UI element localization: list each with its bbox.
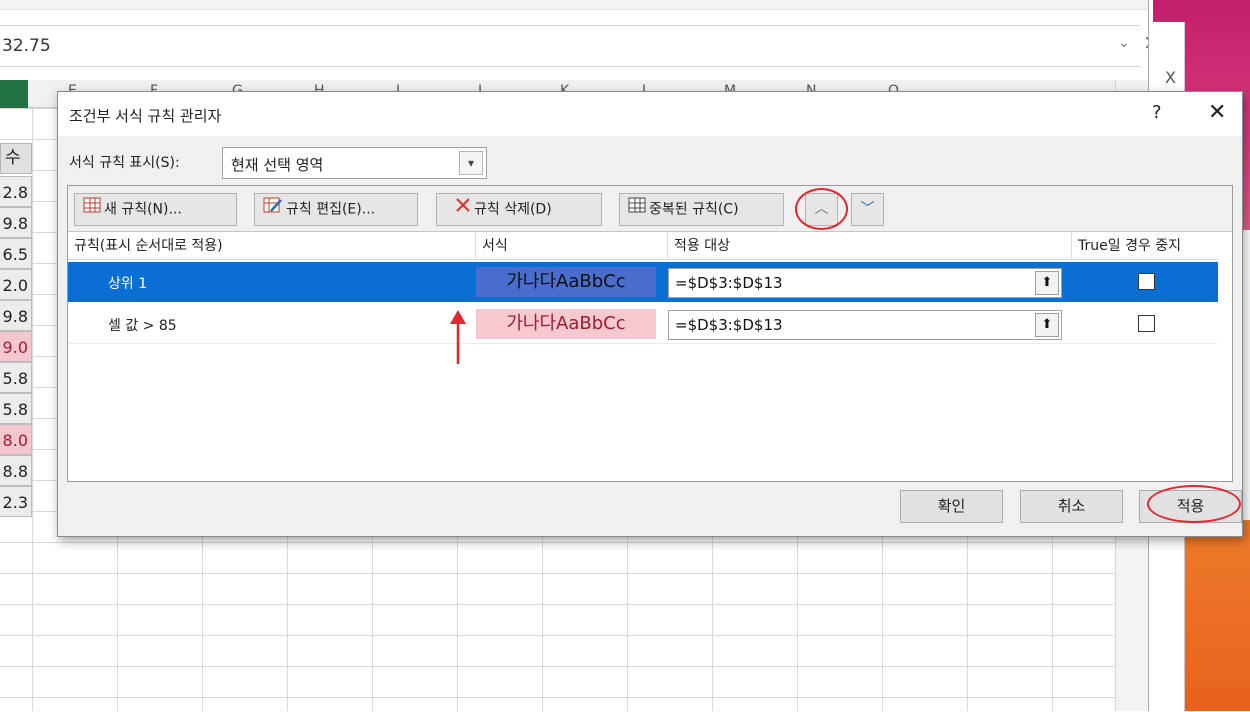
annotation-arrow-up-icon — [450, 310, 466, 364]
column-head-cell: 수 — [0, 143, 32, 174]
chevron-down-icon[interactable]: ⌄ — [1118, 35, 1130, 51]
delete-x-icon — [455, 194, 471, 225]
rules-frame: 새 규칙(N)... 규칙 편집(E)... 규칙 삭제(D) 중복된 규칙(C… — [67, 185, 1233, 482]
stop-if-true-checkbox[interactable] — [1138, 273, 1155, 290]
applies-to-field[interactable]: =$D$3:$D$13 ⬆ — [668, 310, 1062, 340]
rule-row-1[interactable]: 상위 1 가나다AaBbCc =$D$3:$D$13 ⬆ — [68, 262, 1218, 302]
annotation-circle-apply — [1147, 485, 1241, 523]
new-rule-button[interactable]: 새 규칙(N)... — [74, 193, 237, 226]
rule-name: 셀 값 > 85 — [108, 318, 177, 334]
conditional-formatting-rules-manager: 조건부 서식 규칙 관리자 ? ✕ 서식 규칙 표시(S): 현재 선택 영역 … — [57, 91, 1243, 537]
dialog-titlebar: 조건부 서식 규칙 관리자 ? ✕ — [58, 92, 1242, 136]
duplicate-table-icon — [628, 194, 646, 225]
stop-if-true-checkbox[interactable] — [1138, 315, 1155, 332]
edit-table-icon — [263, 194, 283, 225]
cell-value[interactable]: 9.0 — [0, 331, 32, 362]
applies-to-value: =$D$3:$D$13 — [675, 316, 783, 334]
column-rule: 규칙(표시 순서대로 적용) — [68, 232, 476, 260]
rule-name: 상위 1 — [108, 276, 148, 292]
cell-value[interactable]: 8.0 — [0, 424, 32, 455]
move-down-button[interactable]: ﹀ — [851, 193, 884, 226]
collapse-range-icon[interactable]: ⬆ — [1035, 271, 1059, 295]
cell-value[interactable]: 5.8 — [0, 393, 32, 424]
column-format: 서식 — [476, 232, 668, 260]
column-applies-to: 적용 대상 — [668, 232, 1072, 260]
chevron-down-icon[interactable]: ▾ — [459, 151, 483, 175]
formula-value: 32.75 — [2, 36, 51, 56]
cell-value[interactable]: 6.5 — [0, 238, 32, 269]
cell-value[interactable]: 5.8 — [0, 362, 32, 393]
cell-value[interactable]: 2.8 — [0, 176, 32, 207]
collapse-range-icon[interactable]: ⬆ — [1035, 313, 1059, 337]
orange-background — [1183, 520, 1250, 711]
show-rules-select[interactable]: 현재 선택 영역 ▾ — [222, 147, 487, 179]
table-icon — [83, 194, 101, 225]
duplicate-rule-button[interactable]: 중복된 규칙(C) — [619, 193, 784, 226]
cell-value[interactable]: 2.0 — [0, 269, 32, 300]
cancel-button[interactable]: 취소 — [1020, 490, 1123, 523]
edit-rule-label: 규칙 편집(E)... — [286, 201, 376, 218]
cell-value[interactable]: 8.8 — [0, 455, 32, 486]
annotation-circle-move-up — [795, 188, 848, 230]
show-rules-label: 서식 규칙 표시(S): — [69, 155, 180, 171]
ribbon-tabs — [0, 0, 1148, 10]
cell-value[interactable]: 9.8 — [0, 300, 32, 331]
applies-to-value: =$D$3:$D$13 — [675, 274, 783, 292]
delete-rule-button[interactable]: 규칙 삭제(D) — [436, 193, 602, 226]
column-header-corner — [0, 80, 28, 108]
applies-to-field[interactable]: =$D$3:$D$13 ⬆ — [668, 268, 1062, 298]
help-icon[interactable]: ? — [1152, 102, 1162, 123]
new-rule-label: 새 규칙(N)... — [104, 201, 182, 218]
rules-list-header: 규칙(표시 순서대로 적용) 서식 적용 대상 True일 경우 중지 — [68, 232, 1218, 260]
close-icon[interactable]: X — [1165, 68, 1176, 87]
format-preview: 가나다AaBbCc — [476, 267, 656, 297]
formula-bar[interactable]: 32.75 ⌄ — [0, 25, 1140, 67]
format-preview: 가나다AaBbCc — [476, 309, 656, 339]
chevron-down-icon: ﹀ — [860, 201, 875, 217]
rule-row-2[interactable]: 셀 값 > 85 가나다AaBbCc =$D$3:$D$13 ⬆ — [68, 304, 1218, 344]
edit-rule-button[interactable]: 규칙 편집(E)... — [254, 193, 418, 226]
cell-value[interactable]: 2.3 — [0, 486, 32, 517]
column-stop-if-true: True일 경우 중지 — [1078, 238, 1182, 254]
rules-list: 규칙(표시 순서대로 적용) 서식 적용 대상 True일 경우 중지 상위 1… — [68, 231, 1232, 481]
close-icon[interactable]: ✕ — [1208, 100, 1226, 125]
ok-button[interactable]: 확인 — [900, 490, 1003, 523]
duplicate-rule-label: 중복된 규칙(C) — [649, 201, 739, 218]
dialog-title: 조건부 서식 규칙 관리자 — [69, 107, 222, 125]
cell-value[interactable]: 9.8 — [0, 207, 32, 238]
delete-rule-label: 규칙 삭제(D) — [474, 201, 552, 218]
show-rules-value: 현재 선택 영역 — [231, 156, 324, 174]
